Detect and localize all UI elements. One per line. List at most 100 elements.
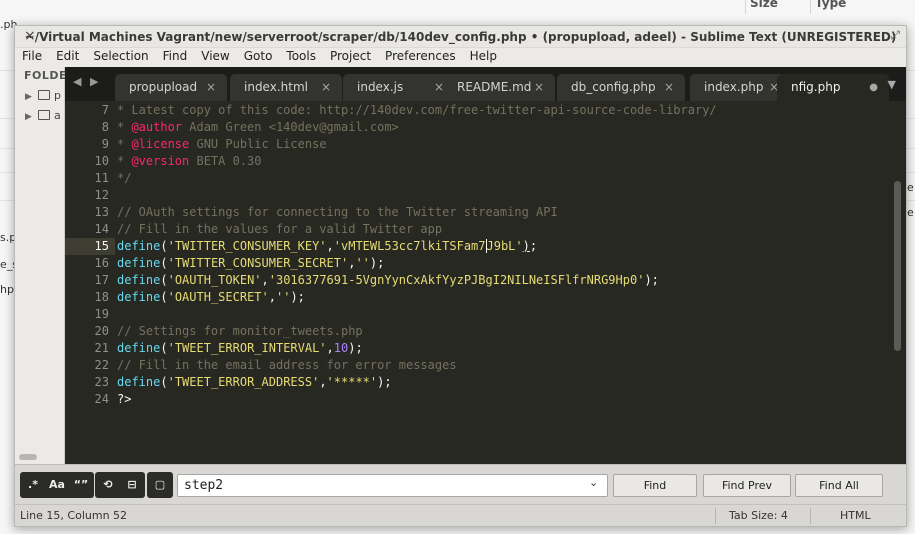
code-line[interactable]: * Latest copy of this code: http://140de… xyxy=(117,102,717,119)
column-header-type[interactable]: Type xyxy=(815,0,846,10)
menu-selection[interactable]: Selection xyxy=(86,48,155,63)
code-token: Adam Green <140dev@gmail.com> xyxy=(182,120,399,134)
code-line[interactable]: * @license GNU Public License xyxy=(117,136,327,153)
tab-1[interactable]: index.html × xyxy=(230,74,342,101)
code-token: ( xyxy=(160,256,168,270)
highlight-matches-toggle-button[interactable]: ▢ xyxy=(148,474,172,496)
code-token: ?> xyxy=(117,392,132,406)
in-selection-toggle-button[interactable]: ⊟ xyxy=(120,474,144,496)
code-line[interactable]: * @author Adam Green <140dev@gmail.com> xyxy=(117,119,399,136)
menu-tools[interactable]: Tools xyxy=(279,48,323,63)
menu-view[interactable]: View xyxy=(194,48,236,63)
code-line[interactable]: * @version BETA 0.30 xyxy=(117,153,262,170)
tab-size-indicator[interactable]: Tab Size: 4 xyxy=(729,509,788,522)
code-token: define xyxy=(117,239,161,253)
tab-label: index.php xyxy=(704,80,764,94)
code-line[interactable]: // Fill in the email address for error m… xyxy=(117,357,457,374)
maximize-icon[interactable]: ⤢ xyxy=(890,28,900,43)
menu-file[interactable]: File xyxy=(15,48,49,63)
regex-toggle-button[interactable]: .* xyxy=(21,474,45,496)
sidebar-folder-item[interactable]: ▶ p xyxy=(25,89,61,103)
code-token: 'TWEET_ERROR_INTERVAL' xyxy=(167,341,327,355)
unsaved-dot-icon[interactable]: ● xyxy=(869,82,878,93)
tab-scroll-left-icon[interactable]: ◀ xyxy=(73,75,81,88)
menu-preferences[interactable]: Preferences xyxy=(378,48,463,63)
code-line[interactable]: // Settings for monitor_tweets.php xyxy=(117,323,363,340)
code-line[interactable]: define('TWEET_ERROR_ADDRESS','*****'); xyxy=(117,374,392,391)
menu-project[interactable]: Project xyxy=(323,48,378,63)
menu-edit[interactable]: Edit xyxy=(49,48,86,63)
folder-icon xyxy=(38,110,50,120)
syntax-indicator[interactable]: HTML xyxy=(840,509,871,522)
code-line[interactable]: define('OAUTH_SECRET',''); xyxy=(117,289,305,306)
code-token: // OAuth settings for connecting to the … xyxy=(117,205,558,219)
line-number: 17 xyxy=(94,273,109,287)
tab-close-icon[interactable]: × xyxy=(664,80,674,94)
menu-help[interactable]: Help xyxy=(463,48,504,63)
line-number: 11 xyxy=(94,171,109,185)
tab-4[interactable]: db_config.php × xyxy=(557,74,685,101)
code-token: ( xyxy=(160,341,168,355)
sidebar-folder-name: a xyxy=(54,109,61,122)
line-number: 18 xyxy=(94,290,109,304)
column-header-size[interactable]: Size xyxy=(750,0,778,10)
case-sensitive-toggle-button[interactable]: Aa xyxy=(45,474,69,496)
find-button[interactable]: Find xyxy=(613,474,697,497)
tab-3[interactable]: README.md × xyxy=(443,74,555,101)
code-token: '' xyxy=(275,290,291,304)
sidebar-folder-item[interactable]: ▶ a xyxy=(25,109,61,123)
whole-word-toggle-button[interactable]: “” xyxy=(69,474,93,496)
code-line[interactable]: define('TWITTER_CONSUMER_SECRET',''); xyxy=(117,255,384,272)
line-number: 23 xyxy=(94,375,109,389)
line-number: 21 xyxy=(94,341,109,355)
find-history-dropdown-icon[interactable]: ⌄ xyxy=(589,476,598,489)
title-bar[interactable]: × ~/Virtual Machines Vagrant/new/serverr… xyxy=(15,26,906,48)
code-line[interactable]: define('TWITTER_CONSUMER_KEY','vMTEWL53c… xyxy=(117,238,537,255)
code-line[interactable]: // Fill in the values for a valid Twitte… xyxy=(117,221,442,238)
tab-6[interactable]: nfig.php ● xyxy=(777,74,889,101)
menu-goto[interactable]: Goto xyxy=(237,48,280,63)
code-line[interactable]: define('OAUTH_TOKEN','3016377691-5VgnYyn… xyxy=(117,272,659,289)
find-all-button[interactable]: Find All xyxy=(795,474,883,497)
tab-close-icon[interactable]: × xyxy=(206,80,216,94)
find-prev-button[interactable]: Find Prev xyxy=(703,474,791,497)
window-title: ~/Virtual Machines Vagrant/new/serverroo… xyxy=(24,30,897,44)
tab-0[interactable]: propupload × xyxy=(115,74,227,101)
code-token: ) xyxy=(522,239,530,253)
code-line[interactable]: // OAuth settings for connecting to the … xyxy=(117,204,558,221)
sidebar-scrollbar[interactable] xyxy=(19,454,37,460)
code-token: BETA 0.30 xyxy=(189,154,262,168)
tab-overflow-icon[interactable]: ▼ xyxy=(888,78,896,91)
menu-find[interactable]: Find xyxy=(156,48,195,63)
code-token: , xyxy=(268,290,276,304)
tab-5[interactable]: index.php × xyxy=(690,74,790,101)
line-number: 22 xyxy=(94,358,109,372)
wrap-toggle-button[interactable]: ⟲ xyxy=(96,474,120,496)
line-number: 24 xyxy=(94,392,109,406)
code-token: define xyxy=(117,375,161,389)
code-token: ( xyxy=(160,290,168,304)
code-token: ( xyxy=(160,375,168,389)
code-token: define xyxy=(117,273,161,287)
line-number: 12 xyxy=(94,188,109,202)
line-number: 20 xyxy=(94,324,109,338)
expand-arrow-icon[interactable]: ▶ xyxy=(25,92,35,102)
find-input[interactable]: step2 xyxy=(177,474,608,497)
tab-close-icon[interactable]: × xyxy=(321,80,331,94)
tab-label: index.js xyxy=(357,80,404,94)
line-number: 9 xyxy=(101,137,109,151)
tab-close-icon[interactable]: × xyxy=(534,80,544,94)
code-line[interactable]: */ xyxy=(117,170,131,187)
code-line[interactable]: define('TWEET_ERROR_INTERVAL',10); xyxy=(117,340,363,357)
line-number: 15 xyxy=(94,239,109,253)
code-token: 'OAUTH_SECRET' xyxy=(167,290,269,304)
background-file-fragment: e xyxy=(907,206,914,219)
editor-scrollbar[interactable] xyxy=(894,181,901,351)
tab-2[interactable]: index.js × xyxy=(343,74,455,101)
expand-arrow-icon[interactable]: ▶ xyxy=(25,112,35,122)
sidebar-folder-name: p xyxy=(54,89,61,102)
code-line[interactable]: ?> xyxy=(117,391,131,408)
code-editor[interactable]: * Latest copy of this code: http://140de… xyxy=(115,101,890,465)
code-token: , xyxy=(261,273,269,287)
tab-scroll-right-icon[interactable]: ▶ xyxy=(90,75,98,88)
